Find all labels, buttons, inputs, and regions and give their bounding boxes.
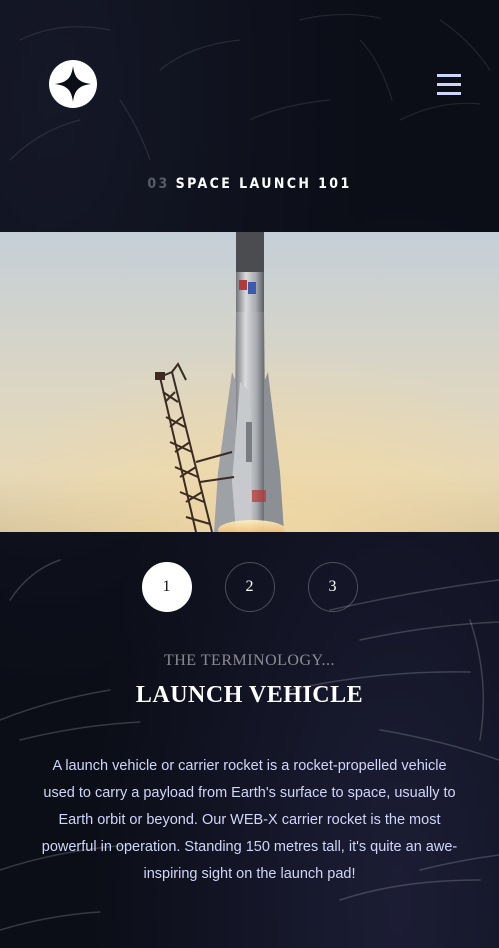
hamburger-line xyxy=(437,92,461,95)
hamburger-menu-icon[interactable] xyxy=(437,74,461,95)
page-number: 03 xyxy=(147,176,170,192)
page-title: SPACE LAUNCH 101 xyxy=(175,176,352,192)
star-logo-icon xyxy=(55,66,91,102)
hamburger-line xyxy=(437,74,461,77)
step-2-button[interactable]: 2 xyxy=(224,562,275,612)
terminology-step-nav: 1 2 3 xyxy=(0,562,499,612)
launch-vehicle-image xyxy=(0,232,499,532)
vehicle-description: A launch vehicle or carrier rocket is a … xyxy=(41,758,458,882)
page-heading: 03 SPACE LAUNCH 101 xyxy=(0,176,499,192)
site-header xyxy=(0,0,499,150)
terminology-eyebrow: THE TERMINOLOGY... xyxy=(163,652,336,669)
step-3-button[interactable]: 3 xyxy=(307,562,358,612)
step-1-button[interactable]: 1 xyxy=(141,562,192,612)
vehicle-title: LAUNCH VEHICLE xyxy=(135,682,364,708)
logo[interactable] xyxy=(49,60,97,108)
hamburger-line xyxy=(437,83,461,86)
